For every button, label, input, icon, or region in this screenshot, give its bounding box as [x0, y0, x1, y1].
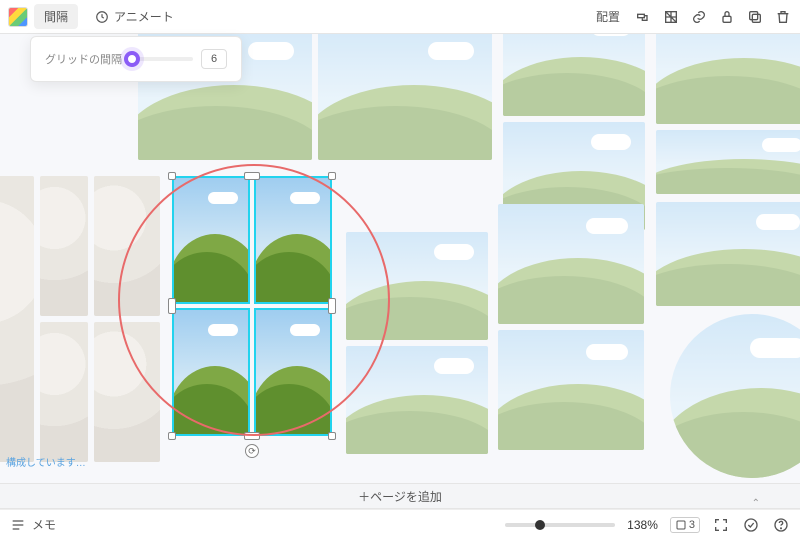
bottom-bar: メモ 138% 3: [0, 509, 800, 539]
link-icon[interactable]: [690, 8, 708, 26]
checkmark-icon[interactable]: [742, 516, 760, 534]
add-page-bar[interactable]: ＋ページを追加 ⌃: [0, 483, 800, 509]
grid-spacing-slider[interactable]: [132, 57, 193, 61]
resize-handle[interactable]: [328, 432, 336, 440]
zoom-percent[interactable]: 138%: [627, 518, 658, 532]
position-label[interactable]: 配置: [596, 8, 620, 25]
selected-grid-cell[interactable]: [254, 176, 332, 304]
resize-handle[interactable]: [168, 172, 176, 180]
photo-cell[interactable]: [94, 176, 160, 316]
selected-grid-cell[interactable]: [172, 176, 250, 304]
lock-icon[interactable]: [718, 8, 736, 26]
resize-handle[interactable]: [168, 298, 176, 314]
notes-icon: [10, 517, 26, 533]
grid-spacing-slider-group: 6: [132, 49, 227, 69]
resize-handle[interactable]: [328, 298, 336, 314]
grid-cell[interactable]: [318, 34, 492, 160]
duplicate-icon[interactable]: [746, 8, 764, 26]
trash-icon[interactable]: [774, 8, 792, 26]
add-page-label: ＋ページを追加: [358, 488, 442, 505]
photo-cell[interactable]: [40, 176, 88, 316]
fullscreen-icon[interactable]: [712, 516, 730, 534]
slider-thumb[interactable]: [124, 51, 140, 67]
status-text: 構成しています…: [6, 454, 86, 469]
rotate-handle[interactable]: ⟳: [245, 444, 259, 458]
grid-spacing-popover: グリッドの間隔 6: [30, 36, 242, 82]
help-icon[interactable]: [772, 516, 790, 534]
animate-button[interactable]: アニメート: [84, 4, 184, 29]
color-picker-swatch[interactable]: [8, 7, 28, 27]
grid-cell[interactable]: [656, 130, 800, 194]
grid-spacing-label: グリッドの間隔: [45, 51, 122, 67]
grid-cell[interactable]: [346, 232, 488, 340]
photo-cell[interactable]: [40, 322, 88, 462]
zoom-slider[interactable]: [505, 523, 615, 527]
animate-icon: [94, 9, 110, 25]
page-number: 3: [689, 519, 695, 531]
spacing-tab[interactable]: 間隔: [34, 4, 78, 29]
collapse-caret-icon[interactable]: ⌃: [752, 498, 760, 509]
grid-cell[interactable]: [656, 202, 800, 306]
format-painter-icon[interactable]: [634, 8, 652, 26]
bottom-right-controls: 138% 3: [505, 516, 790, 534]
grid-cell[interactable]: [498, 330, 644, 450]
selected-grid-cell[interactable]: [254, 308, 332, 436]
toolbar-right: 配置: [596, 8, 792, 26]
resize-handle[interactable]: [244, 172, 260, 180]
grid-cell[interactable]: [656, 34, 800, 124]
grid-cell[interactable]: [503, 34, 645, 116]
toolbar-left: 間隔 アニメート: [8, 4, 184, 29]
notes-button[interactable]: メモ: [10, 516, 56, 533]
page-indicator[interactable]: 3: [670, 517, 700, 533]
grid-cell[interactable]: [346, 346, 488, 454]
notes-label: メモ: [32, 516, 56, 533]
grid-cell-circle[interactable]: [670, 314, 800, 478]
selected-grid-cell[interactable]: [172, 308, 250, 436]
animate-label: アニメート: [114, 8, 174, 25]
top-toolbar: 間隔 アニメート 配置: [0, 0, 800, 34]
canvas-area[interactable]: ⟳ 構成しています…: [0, 34, 800, 483]
resize-handle[interactable]: [328, 172, 336, 180]
grid-cell[interactable]: [498, 204, 644, 324]
resize-handle[interactable]: [168, 432, 176, 440]
photo-cell[interactable]: [0, 176, 34, 462]
selected-grid[interactable]: ⟳: [172, 176, 332, 436]
photo-cell[interactable]: [94, 322, 160, 462]
transparency-icon[interactable]: [662, 8, 680, 26]
resize-handle[interactable]: [244, 432, 260, 440]
zoom-slider-thumb[interactable]: [535, 520, 545, 530]
grid-spacing-value[interactable]: 6: [201, 49, 227, 69]
